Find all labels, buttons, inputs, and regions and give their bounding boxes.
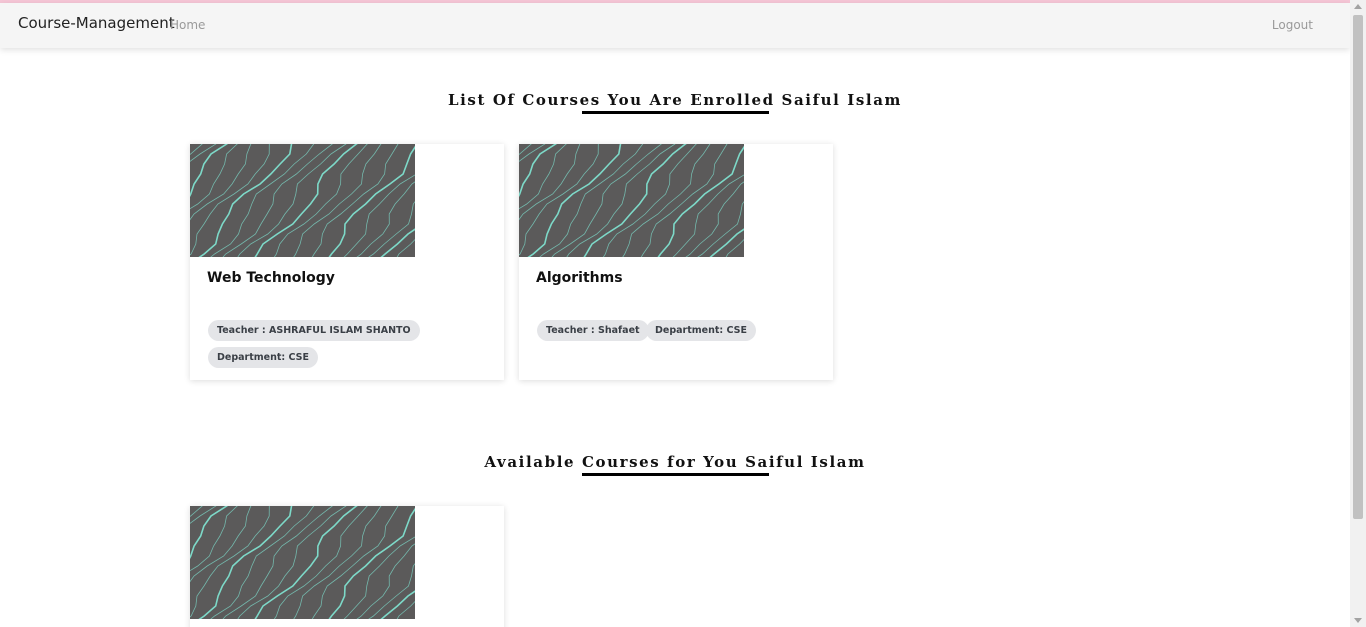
contour-line — [190, 144, 252, 221]
contour-line — [396, 238, 415, 257]
course-thumbnail — [519, 144, 744, 257]
department-badge: Department: CSE — [208, 347, 318, 368]
contour-line — [190, 144, 238, 210]
contour-line — [551, 144, 662, 257]
contour-line — [356, 181, 415, 257]
contour-line — [190, 506, 252, 583]
contour-line — [343, 536, 415, 619]
contour-line — [343, 174, 415, 257]
contour-line — [222, 144, 333, 257]
course-card-web-technology[interactable]: Web Technology Teacher : ASHRAFUL ISLAM … — [190, 144, 504, 380]
teacher-badge: Teacher : Shafaet — [537, 320, 649, 341]
contour-line — [519, 144, 567, 210]
contour-line — [672, 174, 744, 257]
department-badge: Department: CSE — [646, 320, 756, 341]
navbar: Course-Management Home Logout — [0, 3, 1350, 48]
available-courses-title: Available Courses for You Saiful Islam — [484, 453, 866, 471]
contour-line — [190, 506, 238, 572]
contour-line — [190, 506, 217, 524]
course-title: Web Technology — [207, 270, 335, 286]
contour-line — [697, 201, 744, 257]
contour-line — [368, 201, 415, 257]
contour-pattern — [519, 144, 744, 257]
contour-line — [222, 506, 333, 619]
contour-line — [273, 506, 368, 619]
title-underline — [582, 473, 769, 476]
scroll-up-arrow-icon[interactable] — [1354, 4, 1362, 9]
contour-line — [519, 144, 546, 162]
enrolled-courses-title: List Of Courses You Are Enrolled Saiful … — [447, 91, 902, 109]
contour-line — [519, 144, 557, 198]
contour-line — [685, 181, 744, 257]
contour-pattern — [190, 506, 415, 619]
contour-line — [602, 144, 697, 257]
contour-line — [293, 506, 382, 619]
course-thumbnail — [190, 144, 415, 257]
contour-line — [396, 600, 415, 619]
scroll-thumb[interactable] — [1353, 15, 1363, 519]
contour-line — [622, 144, 711, 257]
contour-line — [519, 144, 581, 221]
contour-line — [725, 238, 744, 257]
brand-link[interactable]: Course-Management — [18, 14, 175, 32]
contour-line — [190, 144, 217, 162]
available-course-card[interactable] — [190, 506, 504, 627]
teacher-badge: Teacher : ASHRAFUL ISLAM SHANTO — [208, 320, 420, 341]
nav-home-link[interactable]: Home — [170, 18, 205, 32]
course-thumbnail — [190, 506, 415, 619]
page-scrollbar[interactable] — [1350, 0, 1366, 627]
contour-line — [273, 144, 368, 257]
logout-link[interactable]: Logout — [1272, 18, 1313, 32]
contour-line — [190, 144, 228, 198]
scroll-down-arrow-icon[interactable] — [1354, 618, 1362, 623]
contour-line — [368, 563, 415, 619]
contour-pattern — [190, 144, 415, 257]
contour-line — [190, 506, 228, 560]
contour-line — [356, 543, 415, 619]
contour-line — [293, 144, 382, 257]
course-title: Algorithms — [536, 270, 623, 286]
title-underline — [582, 111, 769, 114]
course-card-algorithms[interactable]: Algorithms Teacher : Shafaet Department:… — [519, 144, 833, 380]
